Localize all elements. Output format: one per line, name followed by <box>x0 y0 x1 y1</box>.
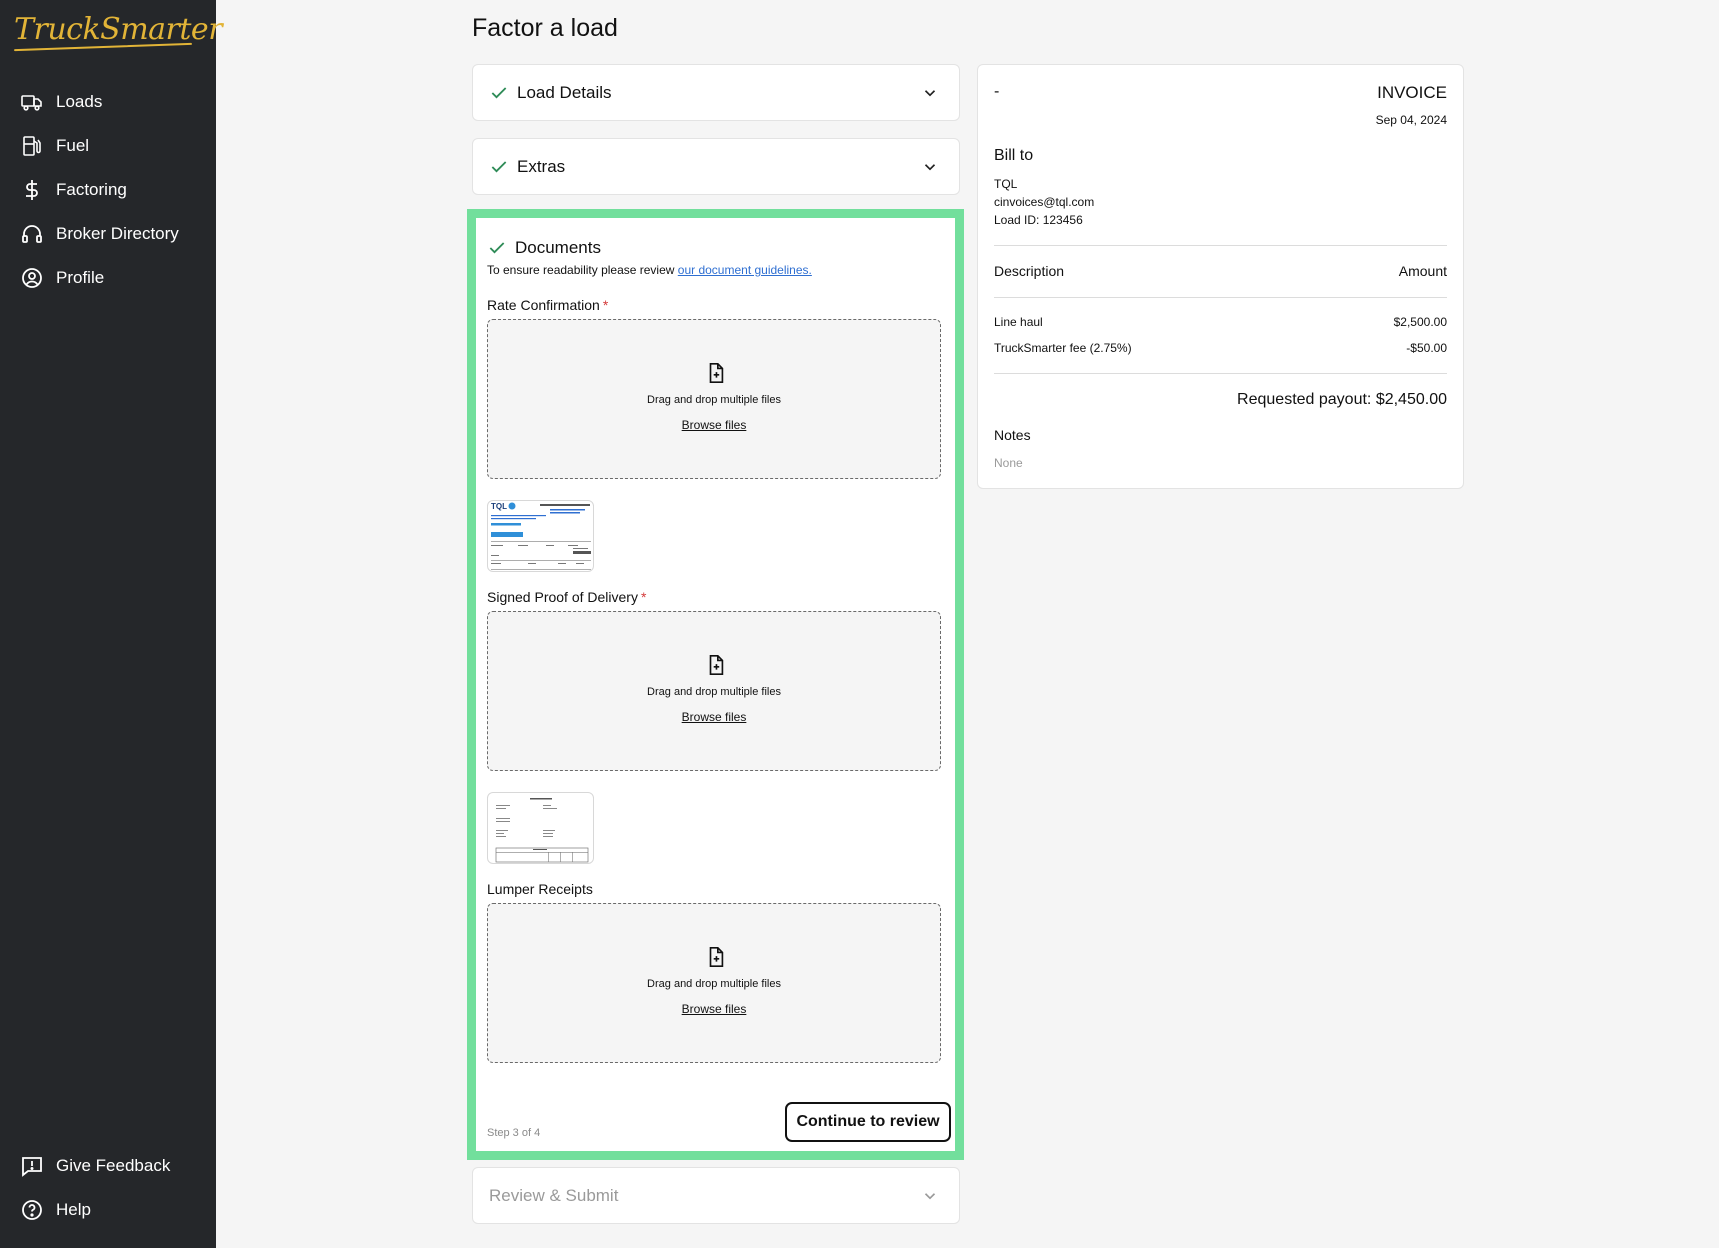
proof-of-delivery-thumbnail[interactable] <box>487 792 594 864</box>
truck-icon <box>21 95 42 111</box>
sidebar-item-give-feedback[interactable]: Give Feedback <box>0 1144 216 1188</box>
required-marker: * <box>602 297 609 313</box>
accordion-title: Review & Submit <box>489 1186 619 1205</box>
browse-files-link[interactable]: Browse files <box>488 1002 940 1016</box>
notes-heading: Notes <box>994 427 1031 443</box>
check-icon <box>489 242 505 254</box>
sidebar-item-label: Broker Directory <box>56 224 179 243</box>
documents-title: Documents <box>515 238 601 257</box>
help-circle-icon <box>22 1200 42 1220</box>
accordion-title: Extras <box>517 157 566 176</box>
file-plus-icon <box>709 947 724 967</box>
dropzone-text: Drag and drop multiple files <box>647 394 781 406</box>
document-preview-image <box>495 798 589 863</box>
sidebar-item-fuel[interactable]: Fuel <box>0 124 216 168</box>
invoice-preview: - INVOICE Sep 04, 2024 Bill to TQL cinvo… <box>977 64 1464 489</box>
proof-of-delivery-dropzone[interactable]: Drag and drop multiple files Browse file… <box>487 611 941 771</box>
lumper-receipts-label: Lumper Receipts <box>487 881 596 897</box>
chevron-down-icon[interactable] <box>921 84 939 102</box>
field-label-text: Rate Confirmation <box>487 297 600 313</box>
headset-icon <box>22 225 42 243</box>
required-marker: * <box>640 589 647 605</box>
bill-to-name: TQL <box>994 177 1018 191</box>
document-guidelines-link[interactable]: our document guidelines. <box>678 263 812 277</box>
sidebar-item-factoring[interactable]: Factoring <box>0 168 216 212</box>
notes-value: None <box>994 456 1023 470</box>
sidebar-nav: Loads Fuel Factoring Broker Directory Pr… <box>0 80 216 300</box>
document-preview-image: TQL <box>491 502 591 570</box>
user-circle-icon <box>22 268 42 288</box>
svg-text:TQL: TQL <box>491 502 507 511</box>
documents-header[interactable]: Documents <box>487 238 601 258</box>
bill-to-heading: Bill to <box>994 147 1034 164</box>
browse-files-link[interactable]: Browse files <box>488 710 940 724</box>
sidebar-bottom-nav: Give Feedback Help <box>0 1144 216 1232</box>
accordion-extras[interactable]: Extras <box>472 138 960 195</box>
feedback-icon <box>22 1157 42 1177</box>
documents-section: Documents To ensure readability please r… <box>467 209 964 1160</box>
bill-to-email: cinvoices@tql.com <box>994 195 1095 209</box>
continue-to-review-button[interactable]: Continue to review <box>785 1102 951 1142</box>
chevron-down-icon[interactable] <box>921 1187 939 1205</box>
step-indicator: Step 3 of 4 <box>487 1127 541 1139</box>
rate-confirmation-dropzone[interactable]: Drag and drop multiple files Browse file… <box>487 319 941 479</box>
fuel-pump-icon <box>23 136 41 156</box>
sidebar-item-label: Loads <box>56 92 103 111</box>
load-id: Load ID: 123456 <box>994 213 1083 227</box>
sidebar-item-label: Factoring <box>56 180 127 199</box>
amount-column-header: Amount <box>1398 263 1447 279</box>
file-plus-icon <box>709 363 724 383</box>
field-label-text: Lumper Receipts <box>487 881 593 897</box>
description-column-header: Description <box>994 263 1065 279</box>
file-plus-icon <box>709 655 724 675</box>
sidebar-item-label: Help <box>56 1200 91 1219</box>
sidebar: TruckSmarter Loads Fuel Factoring Broker… <box>0 0 223 1248</box>
line-item-amount: -$50.00 <box>1406 341 1447 355</box>
dollar-icon <box>26 180 38 200</box>
check-icon <box>491 161 507 173</box>
proof-of-delivery-label: Signed Proof of Delivery * <box>487 589 646 605</box>
dropzone-text: Drag and drop multiple files <box>647 978 781 990</box>
invoice-title: INVOICE <box>1377 83 1447 102</box>
documents-note-text: To ensure readability please review <box>487 263 678 277</box>
rate-confirmation-label: Rate Confirmation * <box>487 297 608 313</box>
sidebar-item-help[interactable]: Help <box>0 1188 216 1232</box>
documents-note: To ensure readability please review our … <box>487 263 812 277</box>
dropzone-text: Drag and drop multiple files <box>647 686 781 698</box>
line-item-description: TruckSmarter fee (2.75%) <box>994 341 1132 355</box>
rate-confirmation-thumbnail[interactable]: TQL <box>487 500 594 572</box>
invoice-number: - <box>994 83 1000 100</box>
accordion-load-details[interactable]: Load Details <box>472 64 960 121</box>
divider <box>994 373 1447 374</box>
requested-payout: Requested payout: $2,450.00 <box>1237 391 1447 408</box>
sidebar-item-label: Fuel <box>56 136 90 155</box>
sidebar-item-profile[interactable]: Profile <box>0 256 216 300</box>
sidebar-item-label: Give Feedback <box>56 1156 171 1175</box>
lumper-receipts-dropzone[interactable]: Drag and drop multiple files Browse file… <box>487 903 941 1063</box>
accordion-title: Load Details <box>517 83 612 102</box>
chevron-down-icon[interactable] <box>921 158 939 176</box>
trucksmarter-logo[interactable]: TruckSmarter <box>14 12 223 47</box>
invoice-date: Sep 04, 2024 <box>1375 113 1447 127</box>
line-item-description: Line haul <box>994 315 1043 329</box>
page-title: Factor a load <box>472 14 618 42</box>
divider <box>994 245 1447 246</box>
divider <box>994 297 1447 298</box>
line-item-amount: $2,500.00 <box>1393 315 1447 329</box>
sidebar-item-label: Profile <box>56 268 105 287</box>
browse-files-link[interactable]: Browse files <box>488 418 940 432</box>
check-icon <box>491 87 507 99</box>
accordion-review-submit[interactable]: Review & Submit <box>472 1167 960 1224</box>
field-label-text: Signed Proof of Delivery <box>487 589 638 605</box>
sidebar-item-broker-directory[interactable]: Broker Directory <box>0 212 216 256</box>
sidebar-item-loads[interactable]: Loads <box>0 80 216 124</box>
